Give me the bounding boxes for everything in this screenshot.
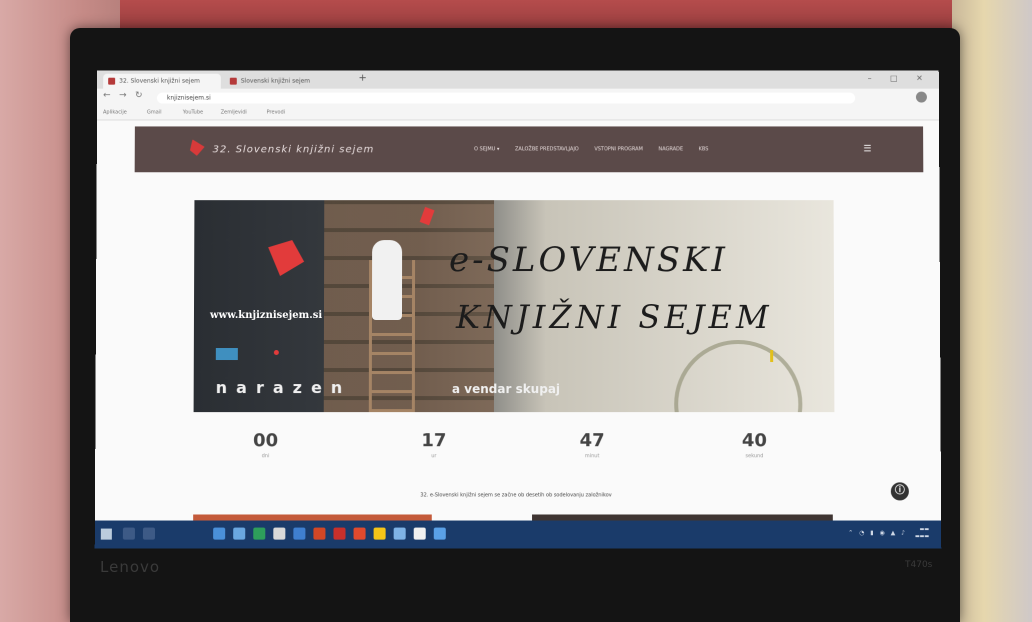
menu-item-program[interactable]: VSTOPNI PROGRAM [594, 146, 643, 152]
reload-icon[interactable]: ↻ [135, 91, 143, 101]
file-explorer-icon[interactable] [213, 527, 226, 540]
task-view-icon[interactable] [142, 527, 156, 540]
banner-tagline-2: a vendar skupaj [451, 382, 561, 397]
laptop-brand-label: Lenovo [100, 558, 161, 576]
forward-icon[interactable]: → [119, 91, 127, 101]
app-icon[interactable] [273, 527, 286, 540]
sponsor-logo-2 [274, 350, 282, 356]
menu-item-o-sejmu[interactable]: O SEJMU ▾ [474, 146, 499, 152]
red-book-logo-icon [264, 240, 304, 276]
window-controls[interactable]: – □ ✕ [868, 74, 931, 83]
chrome-icon[interactable] [373, 527, 386, 540]
girl-figure-image [371, 240, 403, 320]
site-logo-text[interactable]: 32. Slovenski knjižni sejem [213, 144, 375, 155]
countdown-label: minut [584, 453, 600, 460]
bookmark-item[interactable]: Zemljevidi [221, 110, 247, 116]
word-icon[interactable] [293, 527, 306, 540]
yellow-mark-icon [770, 350, 774, 363]
countdown-seconds: 40 sekund [724, 430, 784, 459]
taskbar-clock[interactable]: ▬▬ ▬▬▬ [915, 527, 929, 541]
countdown-label: ur [431, 453, 437, 460]
countdown-value: 17 [421, 430, 447, 452]
notice-text: 32. e-Slovenski knjižni sejem se začne o… [420, 492, 612, 499]
menu-item-kbs[interactable]: KBS [699, 146, 709, 152]
profile-avatar-icon[interactable] [915, 91, 927, 103]
app-icon[interactable] [413, 527, 426, 540]
countdown-timer: 00 dni 17 ur 47 minut 40 sekund [193, 430, 834, 480]
book-logo-icon [188, 139, 206, 157]
menu-item-zalozbe[interactable]: ZALOŽBE PREDSTAVLJAJO [515, 146, 579, 152]
bookmarks-bar: Aplikacije Gmail YouTube Zemljevidi Prev… [96, 106, 940, 121]
new-tab-icon[interactable]: + [358, 73, 366, 84]
countdown-value: 00 [252, 430, 279, 452]
countdown-label: dni [261, 453, 270, 460]
search-icon[interactable] [122, 527, 135, 540]
bookmark-item[interactable]: YouTube [183, 110, 203, 116]
hero-banner: www.knjiznisejem.si e-SLOVENSKI KNJIŽNI … [193, 200, 835, 413]
windows-start-icon[interactable] [100, 528, 112, 540]
bookmark-item[interactable]: Gmail [147, 110, 162, 116]
browser-address-bar: ← → ↻ knjiznisejem.si [97, 88, 939, 107]
browser-tab-label: Slovenski knjižni sejem [240, 77, 311, 85]
site-favicon-icon [229, 77, 237, 85]
app-icon[interactable] [253, 527, 266, 540]
menu-item-nagrade[interactable]: NAGRADE [658, 146, 683, 152]
laptop-screen: 32. Slovenski knjižni sejem Slovenski kn… [94, 70, 942, 549]
accessibility-icon[interactable]: ⓘ [890, 482, 909, 501]
countdown-days: 00 dni [235, 430, 295, 459]
bookmark-item[interactable]: Prevodi [267, 110, 286, 116]
app-icon[interactable] [393, 527, 406, 540]
site-menu: O SEJMU ▾ ZALOŽBE PREDSTAVLJAJO VSTOPNI … [474, 146, 722, 152]
browser-tab-bar: 32. Slovenski knjižni sejem Slovenski kn… [97, 70, 939, 89]
app-icon[interactable] [433, 527, 446, 540]
system-tray[interactable]: ⌃ ◔ ▮ ◉ ▲ ♪ [848, 530, 907, 537]
decorative-wheel-image [674, 340, 803, 413]
sponsor-logo [215, 348, 238, 361]
app-icon[interactable] [333, 527, 346, 540]
site-favicon-icon [108, 77, 116, 85]
banner-title-line-2: KNJIŽNI SEJEM [455, 298, 773, 337]
windows-taskbar: ⌃ ◔ ▮ ◉ ▲ ♪ ▬▬ ▬▬▬ [94, 520, 942, 549]
laptop-model-label: T470s [905, 560, 933, 570]
edge-icon[interactable] [233, 527, 246, 540]
banner-title-line-1: e-SLOVENSKI [449, 240, 728, 281]
background-wall-right [952, 0, 1032, 622]
banner-url: www.knjiznisejem.si [209, 309, 323, 321]
countdown-hours: 17 ur [404, 430, 464, 459]
powerpoint-icon[interactable] [313, 527, 326, 540]
bookmark-item[interactable]: Aplikacije [103, 110, 127, 116]
countdown-minutes: 47 minut [562, 430, 622, 459]
countdown-label: sekund [745, 453, 764, 460]
back-icon[interactable]: ← [103, 91, 111, 101]
app-icon[interactable] [353, 527, 366, 540]
browser-tab-label: 32. Slovenski knjižni sejem [119, 77, 200, 85]
countdown-value: 40 [741, 430, 767, 452]
browser-tab-2[interactable]: Slovenski knjižni sejem [225, 74, 343, 89]
url-field[interactable]: knjiznisejem.si [156, 92, 856, 104]
banner-tagline-1: narazen [215, 378, 352, 398]
countdown-value: 47 [579, 430, 605, 452]
site-header: 32. Slovenski knjižni sejem O SEJMU ▾ ZA… [134, 126, 924, 173]
hamburger-menu-icon[interactable]: ☰ [863, 144, 871, 154]
browser-tab-1[interactable]: 32. Slovenski knjižni sejem [103, 73, 221, 89]
